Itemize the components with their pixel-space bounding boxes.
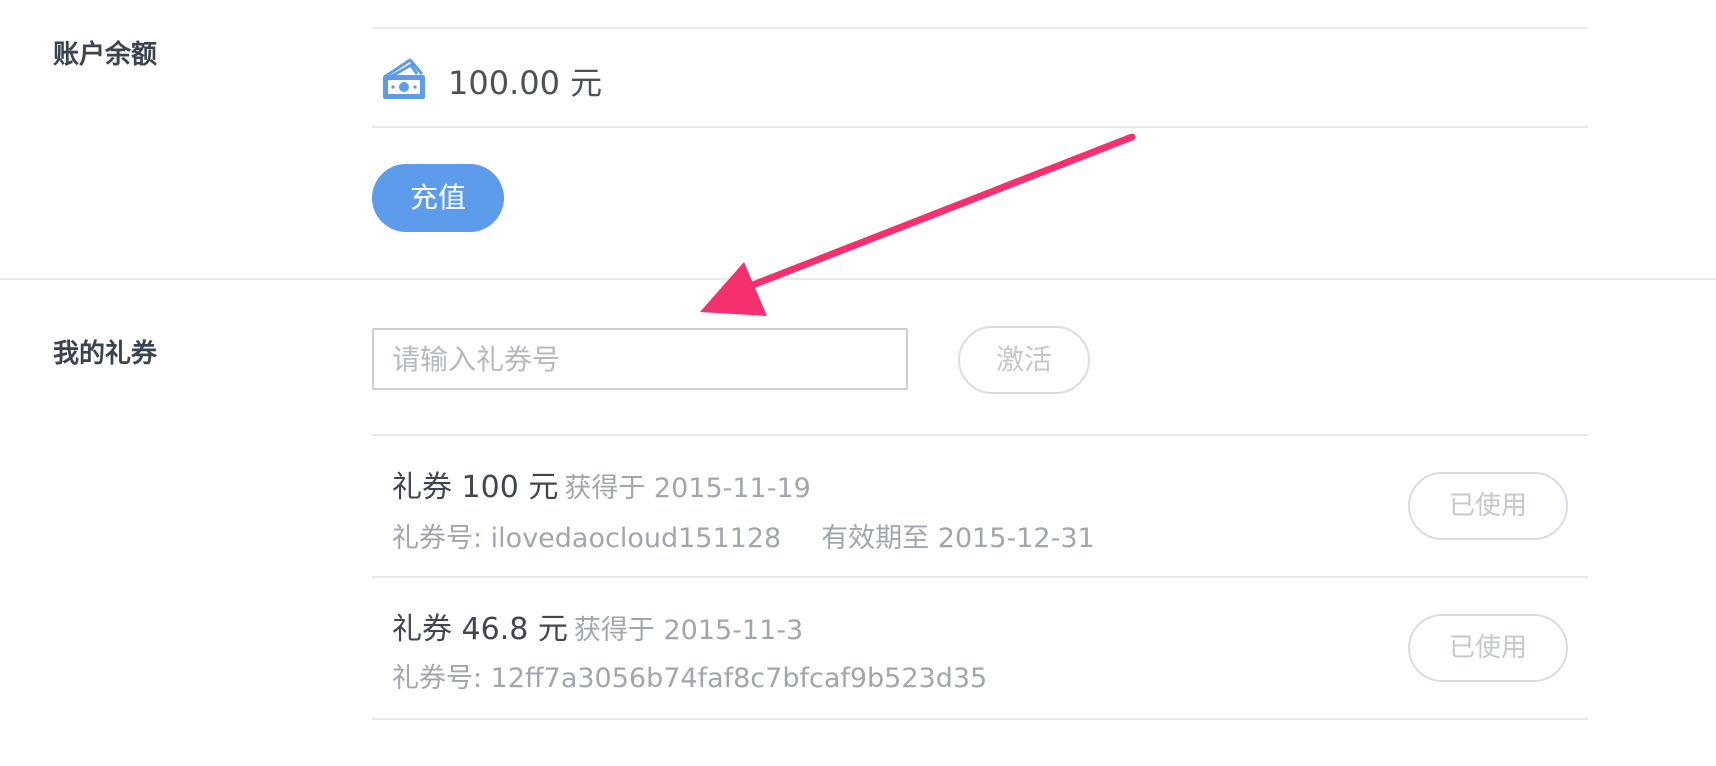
coupon-used-button[interactable]: 已使用 [1408,614,1568,682]
coupon-meta: 礼券号: 12ff7a3056b74faf8c7bfcaf9b523d35 [392,656,987,695]
coupon-code: 礼券号: 12ff7a3056b74faf8c7bfcaf9b523d35 [392,663,988,694]
coupon-item: 礼券 100 元获得于 2015-11-19 礼券号: ilovedaoclou… [372,436,1588,576]
money-icon [380,56,428,106]
coupon-title: 礼券 46.8 元 [392,612,568,647]
divider [372,718,1588,720]
coupon-heading: 礼券 46.8 元获得于 2015-11-3 [392,604,803,648]
coupon-heading: 礼券 100 元获得于 2015-11-19 [392,462,811,506]
coupon-code-input[interactable] [372,328,908,390]
coupon-valid-until: 有效期至 2015-12-31 [821,523,1095,554]
coupon-used-button[interactable]: 已使用 [1408,472,1568,540]
coupon-item: 礼券 46.8 元获得于 2015-11-3 礼券号: 12ff7a3056b7… [372,578,1588,718]
coupons-section-label: 我的礼券 [53,339,158,369]
section-divider [0,278,1716,280]
activate-button[interactable]: 激活 [958,326,1090,394]
coupon-code: 礼券号: ilovedaocloud151128 [392,523,782,554]
divider [372,27,1588,29]
recharge-button[interactable]: 充值 [372,164,504,232]
divider [372,126,1588,128]
coupon-obtained-date: 获得于 2015-11-3 [573,615,804,646]
balance-amount: 100.00 元 [448,64,603,102]
coupon-meta: 礼券号: ilovedaocloud151128 有效期至 2015-12-31 [392,516,1095,555]
coupon-title: 礼券 100 元 [392,470,559,505]
balance-section-label: 账户余额 [53,40,158,70]
coupon-obtained-date: 获得于 2015-11-19 [564,473,811,504]
